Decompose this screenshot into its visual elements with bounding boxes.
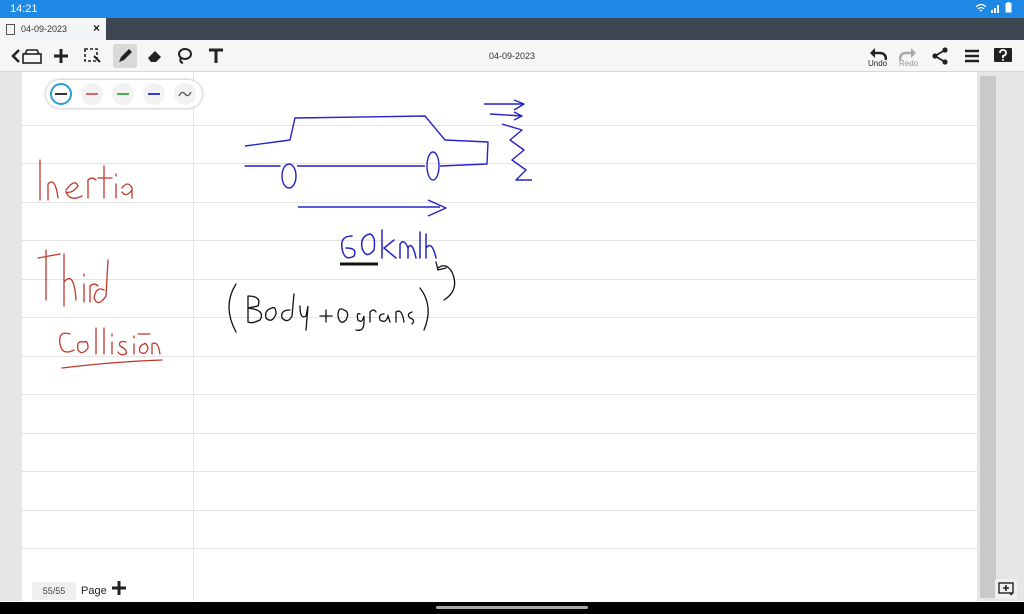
share-button[interactable] <box>928 44 952 68</box>
library-icon <box>22 49 42 64</box>
help-icon <box>994 48 1012 62</box>
signal-icon <box>991 4 999 13</box>
pen-stroke-swatch <box>148 93 160 95</box>
pen-black[interactable] <box>50 83 72 105</box>
ruled-line <box>22 279 977 280</box>
system-nav-bar <box>0 602 1024 614</box>
undo-label: Undo <box>868 59 888 68</box>
close-icon[interactable]: × <box>93 21 100 35</box>
note-page[interactable] <box>22 72 977 601</box>
pen-palette <box>46 80 202 108</box>
ruled-line <box>22 240 977 241</box>
select-tool-button[interactable] <box>81 44 105 68</box>
menu-button[interactable] <box>960 44 984 68</box>
share-icon <box>932 47 948 65</box>
home-handle[interactable] <box>436 606 588 609</box>
ruled-line <box>22 202 977 203</box>
ruled-line <box>22 471 977 472</box>
pen-red[interactable] <box>81 83 103 105</box>
pen-stroke-swatch <box>86 93 98 95</box>
plus-icon <box>112 581 126 595</box>
eraser-icon <box>148 51 161 62</box>
plus-icon <box>54 49 68 63</box>
pen-icon <box>119 49 132 62</box>
toolbar: 04-09-2023 Undo Redo <box>0 40 1024 72</box>
lasso-tool-button[interactable] <box>173 44 197 68</box>
zoom-button[interactable] <box>995 579 1017 599</box>
menu-icon <box>965 49 979 63</box>
text-icon <box>209 48 223 63</box>
page-counter[interactable]: 55/55 <box>32 582 76 600</box>
tab-document[interactable]: 04-09-2023 × <box>0 18 106 40</box>
system-icons <box>975 2 1012 13</box>
battery-icon <box>1005 2 1012 13</box>
redo-label: Redo <box>899 59 919 68</box>
library-button[interactable] <box>20 44 44 68</box>
lasso-icon <box>178 48 192 64</box>
margin-line <box>193 72 194 601</box>
pen-highlighter[interactable] <box>174 83 196 105</box>
page-label[interactable]: Page <box>81 585 107 597</box>
pen-blue[interactable] <box>143 83 165 105</box>
notebook-icon <box>6 23 15 35</box>
ruled-line <box>22 163 977 164</box>
ruled-line <box>22 394 977 395</box>
wave-stroke-icon <box>178 91 192 97</box>
text-tool-button[interactable] <box>204 44 228 68</box>
zoom-in-icon <box>998 582 1014 596</box>
ruled-line <box>22 433 977 434</box>
status-bar: 14:21 <box>0 0 1024 18</box>
ruled-line <box>22 356 977 357</box>
pen-stroke-swatch <box>117 93 129 95</box>
wifi-icon <box>975 3 987 11</box>
eraser-tool-button[interactable] <box>143 44 167 68</box>
pen-stroke-swatch <box>55 93 67 95</box>
ruled-line <box>22 317 977 318</box>
tab-bar: 04-09-2023 × <box>0 18 1024 40</box>
help-button[interactable] <box>991 44 1015 68</box>
ruled-line <box>22 125 977 126</box>
lasso-select-icon <box>84 48 101 63</box>
scrollbar[interactable] <box>980 76 996 598</box>
ruled-line <box>22 548 977 549</box>
pen-green[interactable] <box>112 83 134 105</box>
add-button[interactable] <box>49 44 73 68</box>
ruled-line <box>22 510 977 511</box>
pen-tool-button[interactable] <box>113 44 137 68</box>
clock: 14:21 <box>10 3 38 15</box>
page-footer: 55/55 Page <box>0 576 1024 602</box>
add-page-button[interactable] <box>112 579 126 599</box>
tab-title: 04-09-2023 <box>21 24 68 34</box>
